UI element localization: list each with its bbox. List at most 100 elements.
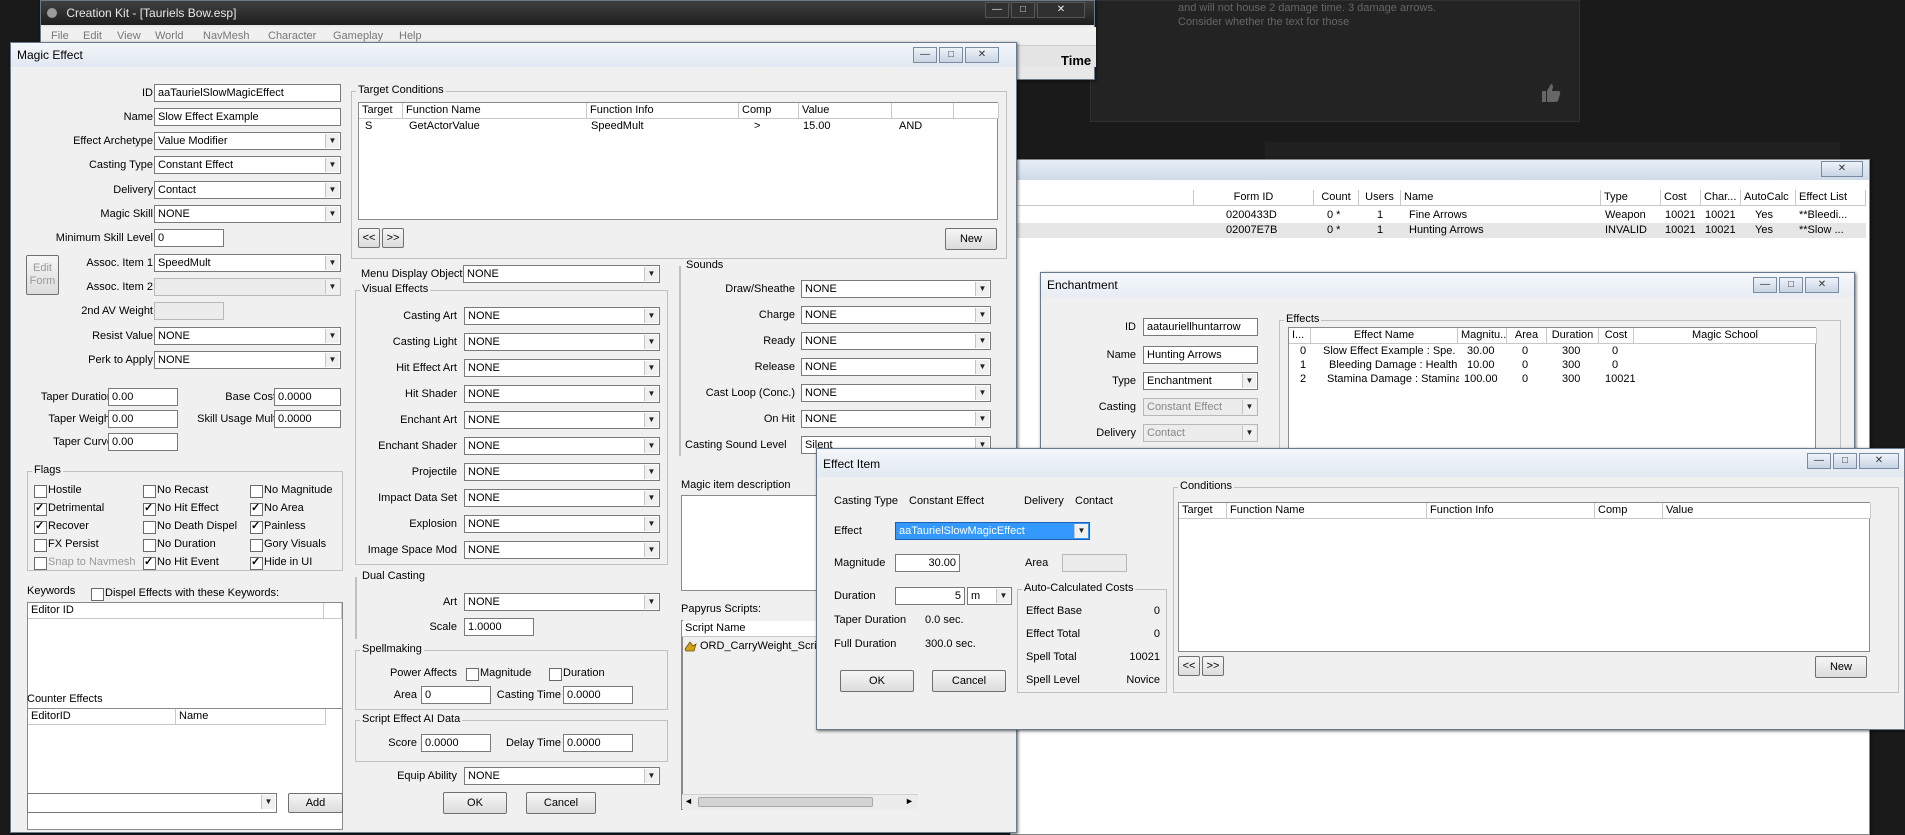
- effects-col-magnitude[interactable]: Magnitu...: [1458, 328, 1507, 344]
- image-space-mod-select[interactable]: NONE: [464, 541, 660, 559]
- object-row[interactable]: 02007E7B 0 * 1 Hunting Arrows INVALID 10…: [1011, 223, 1866, 238]
- menu-gameplay[interactable]: Gameplay: [333, 30, 383, 42]
- no-death-dispel-checkbox[interactable]: No Death Dispel: [143, 520, 237, 534]
- no-hit-event-checkbox[interactable]: No Hit Event: [143, 555, 219, 570]
- ei-cond-col-target[interactable]: Target: [1179, 503, 1227, 519]
- effect-item-close-button[interactable]: ✕: [1859, 453, 1899, 469]
- menu-navmesh[interactable]: NavMesh: [203, 30, 249, 42]
- scale-field[interactable]: 1.0000: [464, 618, 534, 636]
- counter-effect-select[interactable]: [27, 793, 277, 813]
- magic-effect-minimize-button[interactable]: —: [913, 47, 937, 63]
- magic-effect-title-bar[interactable]: Magic Effect: [11, 43, 1016, 67]
- cond-col-function-info[interactable]: Function Info: [587, 103, 739, 119]
- ck-close-button[interactable]: ✕: [1037, 2, 1085, 18]
- enchantment-maximize-button[interactable]: □: [1779, 277, 1803, 293]
- no-magnitude-checkbox[interactable]: No Magnitude: [250, 484, 333, 498]
- draw-sheathe-select[interactable]: NONE: [801, 280, 991, 298]
- enchant-shader-select[interactable]: NONE: [464, 437, 660, 455]
- menu-edit[interactable]: Edit: [83, 30, 102, 42]
- object-window-title-bar[interactable]: [1011, 160, 1869, 180]
- casting-time-field[interactable]: 0.0000: [563, 686, 633, 704]
- ei-conditions-next-button[interactable]: >>: [1202, 656, 1224, 676]
- effects-col-area[interactable]: Area: [1507, 328, 1547, 344]
- condition-row[interactable]: S GetActorValue SpeedMult > 15.00 AND: [359, 120, 999, 134]
- hostile-checkbox[interactable]: Hostile: [34, 484, 82, 498]
- name-field[interactable]: Slow Effect Example: [154, 108, 341, 126]
- id-field[interactable]: aaTaurielSlowMagicEffect: [154, 84, 341, 102]
- ck-minimize-button[interactable]: —: [985, 2, 1009, 18]
- skill-usage-mult-field[interactable]: 0.0000: [274, 410, 341, 428]
- fx-persist-checkbox[interactable]: FX Persist: [34, 538, 99, 552]
- object-col-name[interactable]: Name: [1401, 190, 1601, 206]
- no-hit-effect-checkbox[interactable]: No Hit Effect: [143, 501, 219, 516]
- area-field[interactable]: 0: [421, 686, 491, 704]
- effects-col-index[interactable]: I...: [1289, 328, 1311, 344]
- base-cost-field[interactable]: 0.0000: [274, 388, 341, 406]
- magic-effect-close-button[interactable]: ✕: [965, 47, 999, 63]
- enchantment-casting-select[interactable]: Constant Effect: [1143, 398, 1258, 416]
- cond-col-value[interactable]: Value: [799, 103, 892, 119]
- enchantment-type-select[interactable]: Enchantment: [1143, 372, 1258, 390]
- add-counter-effect-button[interactable]: Add: [288, 793, 343, 813]
- ck-title-bar[interactable]: Creation Kit - [Tauriels Bow.esp]: [41, 1, 1094, 25]
- ei-effect-select[interactable]: aaTaurielSlowMagicEffect: [895, 522, 1090, 540]
- enchantment-title-bar[interactable]: Enchantment: [1041, 273, 1854, 297]
- menu-character[interactable]: Character: [268, 30, 316, 42]
- menu-view[interactable]: View: [117, 30, 141, 42]
- ei-magnitude-field[interactable]: 30.00: [895, 554, 960, 572]
- detrimental-checkbox[interactable]: Detrimental: [34, 501, 104, 516]
- cast-loop-select[interactable]: NONE: [801, 384, 991, 402]
- effect-item-maximize-button[interactable]: □: [1833, 453, 1857, 469]
- object-col-blank[interactable]: [1011, 190, 1194, 206]
- dispel-effects-checkbox[interactable]: Dispel Effects with these Keywords:: [91, 587, 279, 601]
- counter-col-name[interactable]: Name: [176, 709, 326, 725]
- snap-to-navmesh-checkbox[interactable]: Snap to Navmesh: [34, 556, 135, 570]
- ck-maximize-button[interactable]: □: [1011, 2, 1035, 18]
- enchantment-name-field[interactable]: Hunting Arrows: [1143, 346, 1258, 364]
- enchantment-id-field[interactable]: aatauriellhuntarrow: [1143, 318, 1258, 336]
- effects-col-cost[interactable]: Cost: [1599, 328, 1634, 344]
- ei-conditions-list[interactable]: Target Function Name Function Info Comp …: [1178, 502, 1871, 652]
- cond-col-function-name[interactable]: Function Name: [403, 103, 587, 119]
- magnitude-checkbox[interactable]: Magnitude: [466, 667, 531, 681]
- enchantment-delivery-select[interactable]: Contact: [1143, 424, 1258, 442]
- object-col-effectlist[interactable]: Effect List: [1796, 190, 1866, 206]
- release-select[interactable]: NONE: [801, 358, 991, 376]
- recover-checkbox[interactable]: Recover: [34, 519, 89, 534]
- conditions-new-button[interactable]: New: [945, 228, 997, 250]
- cond-col-comp[interactable]: Comp: [739, 103, 799, 119]
- casting-light-select[interactable]: NONE: [464, 333, 660, 351]
- dual-art-select[interactable]: NONE: [464, 593, 660, 611]
- like-icon[interactable]: [1540, 82, 1562, 104]
- object-col-users[interactable]: Users: [1359, 190, 1401, 206]
- perk-to-apply-select[interactable]: NONE: [154, 351, 341, 369]
- object-row[interactable]: 0200433D 0 * 1 Fine Arrows Weapon 10021 …: [1011, 208, 1866, 223]
- second-av-weight-field[interactable]: [154, 302, 224, 320]
- ok-button[interactable]: OK: [443, 792, 507, 814]
- object-col-type[interactable]: Type: [1601, 190, 1661, 206]
- no-recast-checkbox[interactable]: No Recast: [143, 484, 208, 498]
- ei-duration-field[interactable]: 5: [895, 587, 965, 605]
- hit-shader-select[interactable]: NONE: [464, 385, 660, 403]
- effects-col-duration[interactable]: Duration: [1547, 328, 1599, 344]
- enchant-art-select[interactable]: NONE: [464, 411, 660, 429]
- delivery-select[interactable]: Contact: [154, 181, 341, 199]
- taper-weight-field[interactable]: 0.00: [108, 410, 178, 428]
- keywords-list[interactable]: Editor ID: [27, 602, 343, 724]
- ei-area-field[interactable]: [1062, 554, 1127, 572]
- equip-ability-select[interactable]: NONE: [464, 767, 660, 785]
- ei-cancel-button[interactable]: Cancel: [932, 670, 1006, 692]
- ready-select[interactable]: NONE: [801, 332, 991, 350]
- ei-cond-col-function-name[interactable]: Function Name: [1227, 503, 1427, 519]
- impact-data-set-select[interactable]: NONE: [464, 489, 660, 507]
- counter-col-editorid[interactable]: EditorID: [28, 709, 176, 725]
- object-col-formid[interactable]: Form ID: [1194, 190, 1314, 206]
- scrollbar-thumb[interactable]: [698, 797, 873, 807]
- painless-checkbox[interactable]: Painless: [250, 519, 306, 534]
- menu-help[interactable]: Help: [399, 30, 422, 42]
- explosion-select[interactable]: NONE: [464, 515, 660, 533]
- object-col-cost[interactable]: Cost: [1661, 190, 1701, 206]
- effects-col-school[interactable]: Magic School: [1634, 328, 1817, 344]
- object-window-close-button[interactable]: ✕: [1821, 161, 1863, 177]
- cond-col-target[interactable]: Target: [359, 103, 403, 119]
